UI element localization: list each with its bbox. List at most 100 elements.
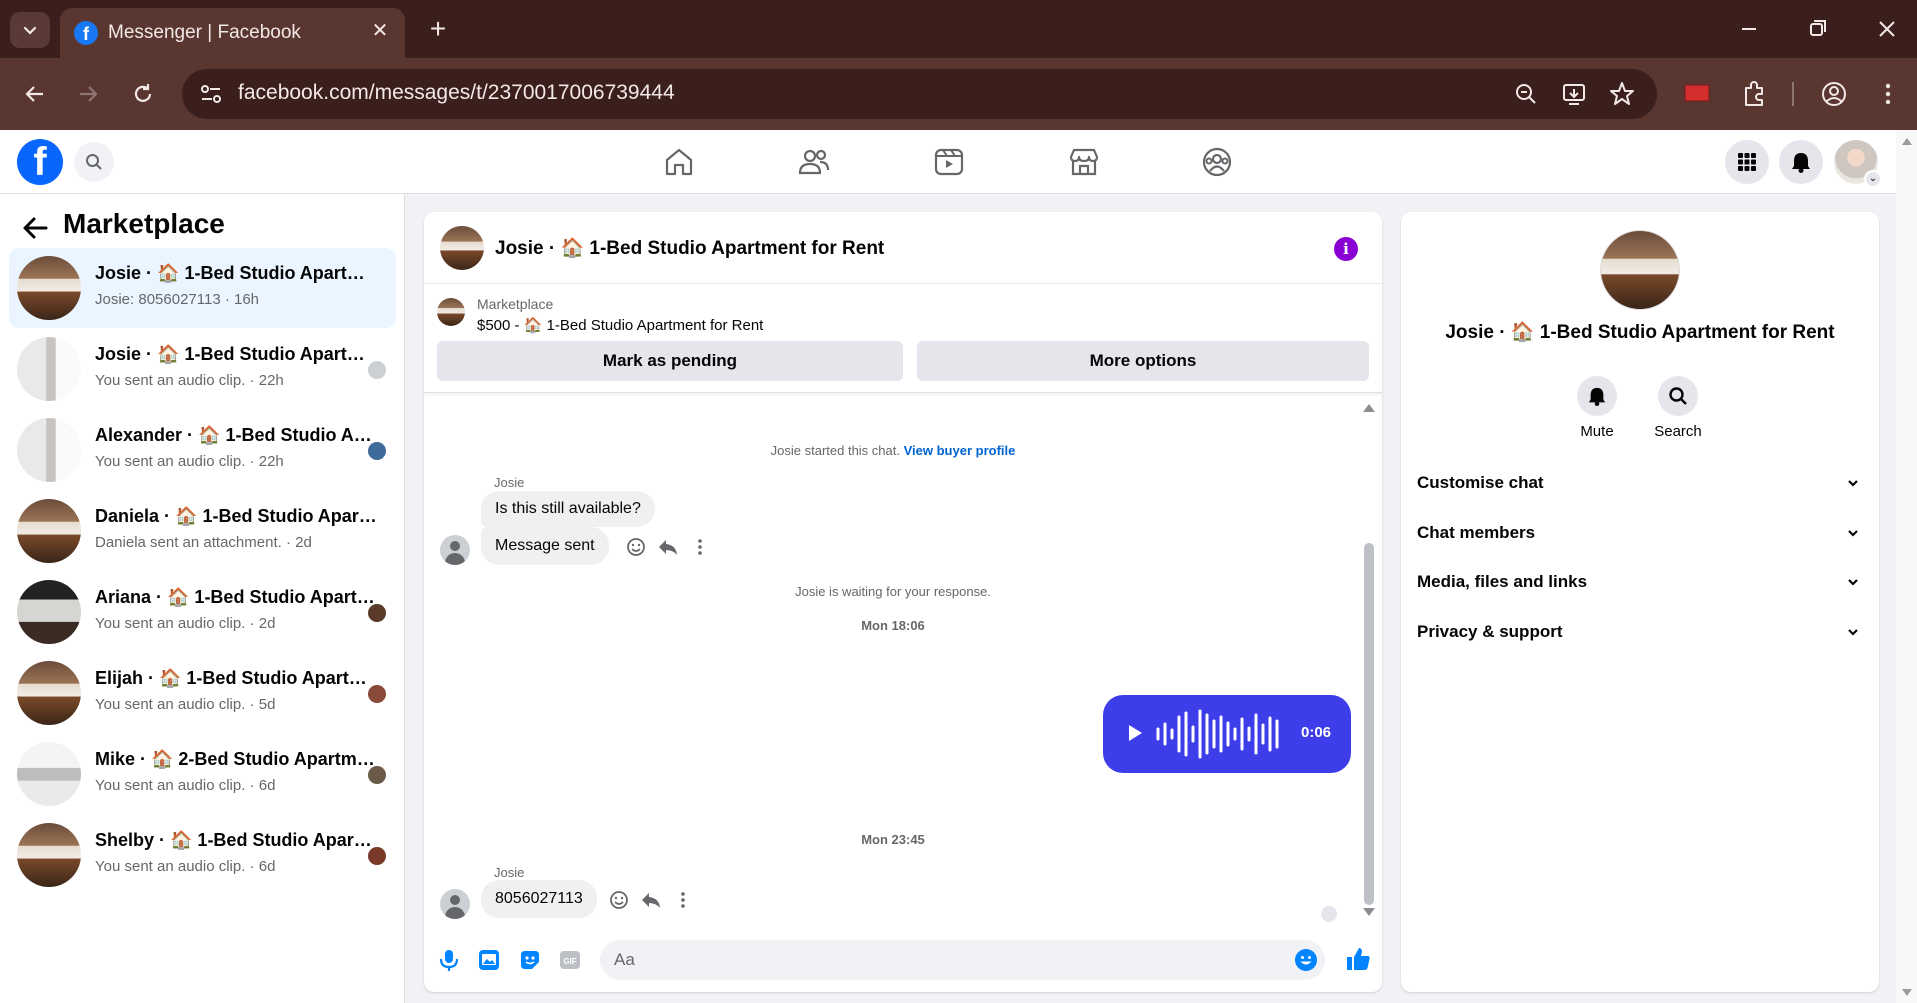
close-window-icon[interactable] xyxy=(1872,14,1902,44)
groups-icon[interactable] xyxy=(1199,144,1235,180)
conversation-item[interactable]: Josie · 🏠 1-Bed Studio Apartment for Ren… xyxy=(9,248,396,328)
microphone-icon[interactable] xyxy=(436,947,462,973)
back-button[interactable] xyxy=(17,76,53,112)
scroll-up-icon[interactable] xyxy=(1362,401,1376,413)
reply-icon[interactable] xyxy=(657,536,679,558)
listing-thumbnail xyxy=(17,256,81,320)
mark-as-pending-button[interactable]: Mark as pending xyxy=(437,341,903,381)
minimize-window-icon[interactable] xyxy=(1734,14,1764,44)
section-chat-members[interactable]: Chat members xyxy=(1417,511,1863,555)
audio-duration: 0:06 xyxy=(1301,724,1332,741)
listing-thumbnail xyxy=(17,823,81,887)
search-button[interactable]: Search xyxy=(1648,376,1708,440)
reply-icon[interactable] xyxy=(640,889,662,911)
audio-waveform[interactable] xyxy=(1155,709,1285,759)
notifications-button[interactable] xyxy=(1779,140,1823,184)
view-buyer-profile-link[interactable]: View buyer profile xyxy=(904,443,1016,458)
conversation-item[interactable]: Elijah · 🏠 1-Bed Studio Apartment for Re… xyxy=(9,653,396,733)
listing-thumbnail xyxy=(17,580,81,644)
screen-cast-icon[interactable] xyxy=(1681,78,1713,110)
incoming-message[interactable]: Message sent xyxy=(481,527,609,565)
message-scrollbar[interactable] xyxy=(1362,401,1376,921)
tab-title: Messenger | Facebook xyxy=(108,22,301,43)
conversation-item[interactable]: Shelby · 🏠 1-Bed Studio Apartment for Re… xyxy=(9,815,396,895)
more-options-button[interactable]: More options xyxy=(917,341,1369,381)
sticker-icon[interactable] xyxy=(517,947,543,973)
sender-name: Josie xyxy=(494,865,525,880)
video-icon[interactable] xyxy=(931,144,967,180)
seen-avatar xyxy=(368,766,386,784)
mute-button[interactable]: Mute xyxy=(1567,376,1627,440)
install-app-icon[interactable] xyxy=(1560,80,1588,108)
react-smiley-icon[interactable] xyxy=(608,889,630,911)
svg-text:GIF: GIF xyxy=(563,957,576,966)
photo-icon[interactable] xyxy=(476,947,502,973)
friends-icon[interactable] xyxy=(796,144,832,180)
section-media-files-links[interactable]: Media, files and links xyxy=(1417,560,1863,604)
incoming-message[interactable]: 8056027113 xyxy=(481,880,597,918)
listing-thumbnail[interactable] xyxy=(437,298,465,326)
extensions-icon[interactable] xyxy=(1738,78,1770,110)
bookmark-star-icon[interactable] xyxy=(1608,80,1636,108)
chat-avatar[interactable] xyxy=(440,226,484,270)
zoom-icon[interactable] xyxy=(1512,80,1540,108)
react-smiley-icon[interactable] xyxy=(625,536,647,558)
incoming-message[interactable]: Is this still available? xyxy=(481,491,655,527)
tab-search-button[interactable] xyxy=(10,12,50,48)
back-arrow-icon[interactable] xyxy=(20,213,50,243)
conversation-item[interactable]: Alexander · 🏠 1-Bed Studio Apartment for… xyxy=(9,410,396,490)
search-icon xyxy=(86,154,102,170)
conversation-item[interactable]: Ariana · 🏠 1-Bed Studio Apartment for Re… xyxy=(9,572,396,652)
thumbs-up-icon[interactable] xyxy=(1344,945,1372,973)
bell-icon xyxy=(1588,387,1606,406)
gif-icon[interactable]: GIF xyxy=(557,947,583,973)
conversation-name: Josie · 🏠 1-Bed Studio Apartment for Ren… xyxy=(95,263,377,283)
chat-title[interactable]: Josie · 🏠 1-Bed Studio Apartment for Ren… xyxy=(495,236,884,260)
close-tab-icon[interactable]: ✕ xyxy=(367,18,393,44)
section-privacy-support[interactable]: Privacy & support xyxy=(1417,610,1863,654)
scroll-down-icon[interactable] xyxy=(1362,907,1376,919)
reload-button[interactable] xyxy=(125,76,161,112)
restore-window-icon[interactable] xyxy=(1803,14,1833,44)
chevron-down-icon xyxy=(1848,480,1858,487)
info-icon[interactable]: i xyxy=(1334,237,1358,261)
conversation-item[interactable]: Josie · 🏠 1-Bed Studio Apartment for Ren… xyxy=(9,329,396,409)
conversation-name: Elijah · 🏠 1-Bed Studio Apartment for Re… xyxy=(95,668,377,688)
facebook-search-button[interactable] xyxy=(74,142,114,182)
conversation-item[interactable]: Mike · 🏠 2-Bed Studio Apartment for Rent… xyxy=(9,734,396,814)
address-bar[interactable]: facebook.com/messages/t/2370017006739444 xyxy=(182,69,1657,119)
scroll-down-icon[interactable] xyxy=(1901,988,1913,998)
message-timestamp: Mon 18:06 xyxy=(861,618,925,633)
emoji-icon[interactable] xyxy=(1294,948,1318,972)
search-circle[interactable] xyxy=(1658,376,1698,416)
conversation-item[interactable]: Daniela · 🏠 1-Bed Studio Apartment for R… xyxy=(9,491,396,571)
page-scrollbar[interactable] xyxy=(1896,130,1917,1003)
scroll-thumb[interactable] xyxy=(1364,543,1374,905)
forward-button[interactable] xyxy=(70,76,106,112)
section-customise-chat[interactable]: Customise chat xyxy=(1417,461,1863,505)
new-tab-button[interactable]: + xyxy=(422,14,454,46)
seen-avatar xyxy=(368,847,386,865)
browser-menu-icon[interactable] xyxy=(1872,78,1904,110)
sender-avatar[interactable] xyxy=(440,535,470,565)
listing-price[interactable]: $500 - 🏠 1-Bed Studio Apartment for Rent xyxy=(477,316,763,334)
account-chevron-icon[interactable]: ⌄ xyxy=(1864,170,1882,188)
play-icon[interactable] xyxy=(1125,722,1145,744)
facebook-favicon-icon: f xyxy=(74,21,98,45)
more-actions-icon[interactable] xyxy=(689,536,711,558)
menu-button[interactable] xyxy=(1725,140,1769,184)
facebook-logo-icon[interactable]: f xyxy=(17,139,63,185)
outgoing-audio-message[interactable]: 0:06 xyxy=(1103,695,1351,773)
message-input[interactable] xyxy=(614,940,1264,980)
more-actions-icon[interactable] xyxy=(672,889,694,911)
mute-circle[interactable] xyxy=(1577,376,1617,416)
site-settings-icon xyxy=(201,85,221,103)
scroll-up-icon[interactable] xyxy=(1901,136,1913,146)
marketplace-icon[interactable] xyxy=(1066,144,1102,180)
home-icon[interactable] xyxy=(661,144,697,180)
listing-thumbnail xyxy=(17,499,81,563)
browser-tab-active[interactable]: f Messenger | Facebook ✕ xyxy=(60,8,405,58)
waiting-response-notice: Josie is waiting for your response. xyxy=(795,584,991,599)
profile-icon[interactable] xyxy=(1818,78,1850,110)
sender-avatar[interactable] xyxy=(440,889,470,919)
